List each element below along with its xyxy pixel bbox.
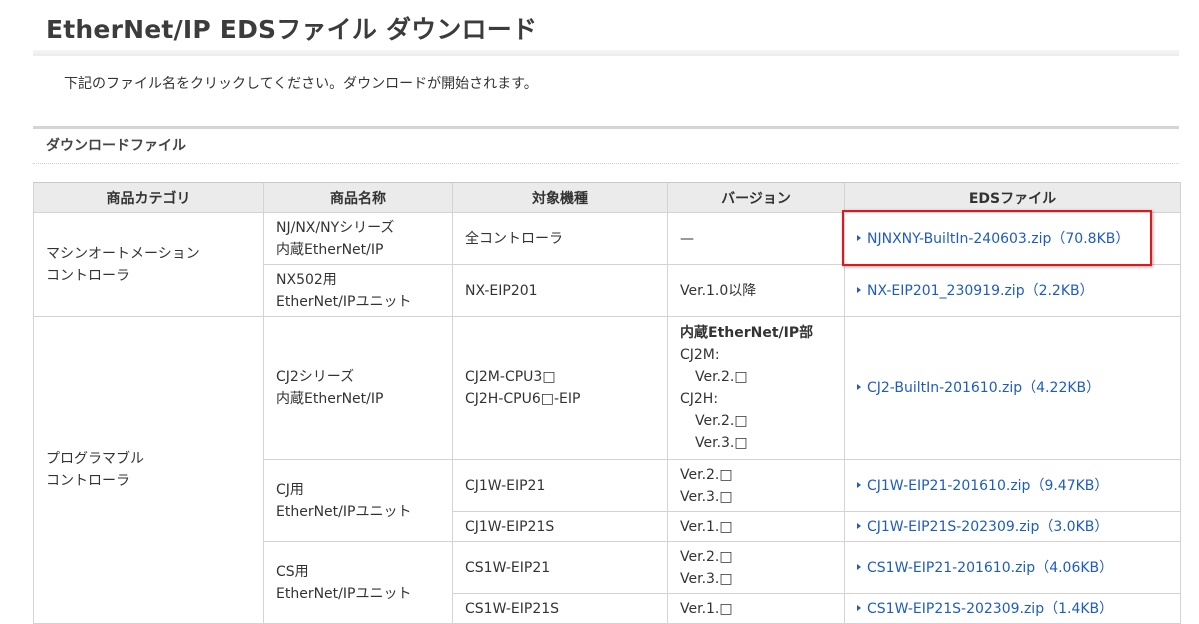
- file-link-label: NJNXNY-BuiltIn-240603.zip（70.8KB）: [867, 230, 1130, 247]
- version-cell: 内蔵EtherNet/IP部 CJ2M: Ver.2.□ CJ2H: Ver.2…: [667, 316, 845, 460]
- version-line: Ver.3.□: [680, 488, 733, 505]
- product-name-line: 内蔵EtherNet/IP: [276, 391, 384, 407]
- header-category: 商品カテゴリ: [33, 182, 264, 213]
- product-name-cell: CJ2シリーズ 内蔵EtherNet/IP: [263, 316, 453, 460]
- model-cell: CJ2M-CPU3□ CJ2H-CPU6□-EIP: [452, 316, 668, 460]
- category-line: マシンオートメーション: [46, 245, 200, 262]
- version-line: CJ2H:: [680, 391, 719, 407]
- file-link-label: CJ1W-EIP21-201610.zip（9.47KB）: [867, 477, 1109, 494]
- table-row: マシンオートメーション コントローラ NJ/NX/NYシリーズ 内蔵EtherN…: [33, 212, 1181, 317]
- file-cell: CJ2-BuiltIn-201610.zip（4.22KB）: [844, 316, 1181, 460]
- version-line: CJ2M:: [680, 347, 720, 363]
- version-line: Ver.2.□: [680, 548, 733, 565]
- version-cell: Ver.2.□ Ver.3.□: [667, 459, 845, 512]
- caret-right-icon: [857, 563, 861, 570]
- model-cell: CS1W-EIP21S: [452, 593, 668, 624]
- file-link-label: CJ1W-EIP21S-202309.zip（3.0KB）: [867, 518, 1109, 535]
- version-line: Ver.3.□: [695, 435, 748, 451]
- product-name-line: EtherNet/IPユニット: [276, 293, 412, 310]
- model-cell: NX-EIP201: [452, 264, 668, 317]
- download-link-cj1w-eip21s[interactable]: CJ1W-EIP21S-202309.zip（3.0KB）: [857, 519, 1108, 535]
- file-link-label: CJ2-BuiltIn-201610.zip（4.22KB）: [867, 380, 1101, 396]
- caret-right-icon: [857, 286, 861, 293]
- version-line: Ver.2.□: [680, 466, 733, 483]
- caret-right-icon: [857, 604, 861, 611]
- category-line: コントローラ: [46, 473, 130, 489]
- model-line: CJ2M-CPU3□: [465, 369, 556, 385]
- header-eds-file: EDSファイル: [844, 182, 1181, 213]
- version-heading: 内蔵EtherNet/IP部: [680, 325, 814, 341]
- product-name-line: CJ用: [276, 481, 304, 498]
- caret-right-icon: [857, 384, 861, 390]
- file-cell: NJNXNY-BuiltIn-240603.zip（70.8KB）: [844, 212, 1181, 265]
- model-cell: 全コントローラ: [452, 212, 668, 265]
- category-programmable: プログラマブル コントローラ: [33, 316, 264, 624]
- file-link-label: NX-EIP201_230919.zip（2.2KB）: [867, 282, 1094, 299]
- caret-right-icon: [857, 481, 861, 488]
- intro-text: 下記のファイル名をクリックしてください。ダウンロードが開始されます。: [64, 76, 538, 92]
- model-cell: CJ1W-EIP21: [452, 459, 668, 512]
- page-title: EtherNet/IP EDSファイル ダウンロード: [46, 15, 538, 44]
- download-link-cj1w-eip21[interactable]: CJ1W-EIP21-201610.zip（9.47KB）: [857, 478, 1108, 494]
- table-header-row: 商品カテゴリ 商品名称 対象機種 バージョン EDSファイル: [33, 182, 1181, 213]
- file-cell: CJ1W-EIP21S-202309.zip（3.0KB）: [844, 511, 1181, 542]
- file-cell: CS1W-EIP21-201610.zip（4.06KB）: [844, 541, 1181, 594]
- model-line: CJ2H-CPU6□-EIP: [465, 391, 581, 407]
- section-heading: ダウンロードファイル: [46, 138, 186, 154]
- header-version: バージョン: [667, 182, 845, 213]
- product-name-line: NX502用: [276, 271, 337, 288]
- file-cell: CS1W-EIP21S-202309.zip（1.4KB）: [844, 593, 1181, 624]
- table-row: プログラマブル コントローラ CJ2シリーズ 内蔵EtherNet/IP CJ2…: [33, 316, 1181, 624]
- version-line: Ver.3.□: [680, 570, 733, 587]
- eds-file-table: 商品カテゴリ 商品名称 対象機種 バージョン EDSファイル マシンオートメーシ…: [33, 182, 1181, 624]
- download-link-cs1w-eip21[interactable]: CS1W-EIP21-201610.zip（4.06KB）: [857, 560, 1113, 576]
- category-line: プログラマブル: [46, 451, 144, 467]
- product-name-line: CJ2シリーズ: [276, 369, 355, 385]
- model-cell: CS1W-EIP21: [452, 541, 668, 594]
- product-name-line: EtherNet/IPユニット: [276, 585, 412, 602]
- model-cell: CJ1W-EIP21S: [452, 511, 668, 542]
- category-machine-automation: マシンオートメーション コントローラ: [33, 212, 264, 317]
- version-cell: —: [667, 212, 845, 265]
- version-line: Ver.2.□: [695, 369, 748, 385]
- title-divider: [33, 50, 1179, 56]
- product-name-cell: CS用 EtherNet/IPユニット: [263, 541, 453, 624]
- file-link-label: CS1W-EIP21S-202309.zip（1.4KB）: [867, 600, 1114, 617]
- product-name-cell: NJ/NX/NYシリーズ 内蔵EtherNet/IP: [263, 212, 453, 265]
- version-cell: Ver.1.0以降: [667, 264, 845, 317]
- version-cell: Ver.1.□: [667, 593, 845, 624]
- file-cell: CJ1W-EIP21-201610.zip（9.47KB）: [844, 459, 1181, 512]
- download-link-cs1w-eip21s[interactable]: CS1W-EIP21S-202309.zip（1.4KB）: [857, 601, 1113, 617]
- header-target-model: 対象機種: [452, 182, 668, 213]
- file-cell: NX-EIP201_230919.zip（2.2KB）: [844, 264, 1181, 317]
- version-line: Ver.2.□: [695, 413, 748, 429]
- section-divider: [33, 126, 1179, 129]
- download-link-nx-eip201[interactable]: NX-EIP201_230919.zip（2.2KB）: [857, 283, 1094, 299]
- version-cell: Ver.2.□ Ver.3.□: [667, 541, 845, 594]
- file-link-label: CS1W-EIP21-201610.zip（4.06KB）: [867, 559, 1114, 576]
- product-name-line: EtherNet/IPユニット: [276, 503, 412, 520]
- section-dotted-divider: [33, 163, 1179, 164]
- product-name-line: 内蔵EtherNet/IP: [276, 241, 384, 258]
- version-cell: Ver.1.□: [667, 511, 845, 542]
- download-link-cj2[interactable]: CJ2-BuiltIn-201610.zip（4.22KB）: [857, 380, 1100, 396]
- product-name-line: CS用: [276, 563, 309, 580]
- header-product-name: 商品名称: [263, 182, 453, 213]
- download-link-njnxny[interactable]: NJNXNY-BuiltIn-240603.zip（70.8KB）: [857, 231, 1129, 247]
- caret-right-icon: [857, 234, 861, 241]
- caret-right-icon: [857, 522, 861, 529]
- product-name-cell: CJ用 EtherNet/IPユニット: [263, 459, 453, 542]
- product-name-line: NJ/NX/NYシリーズ: [276, 219, 395, 236]
- product-name-cell: NX502用 EtherNet/IPユニット: [263, 264, 453, 317]
- category-line: コントローラ: [46, 267, 130, 284]
